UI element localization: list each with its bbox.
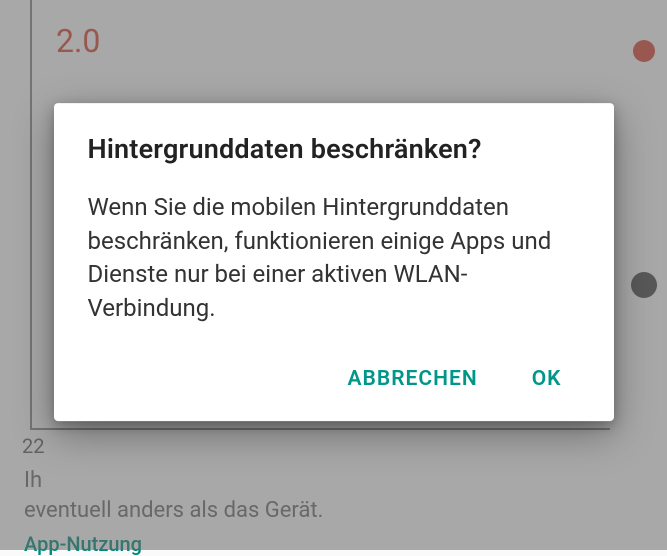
dialog-title: Hintergrunddaten beschränken?: [88, 133, 580, 165]
ok-button[interactable]: OK: [528, 361, 566, 397]
confirm-dialog: Hintergrunddaten beschränken? Wenn Sie d…: [54, 103, 614, 421]
cancel-button[interactable]: ABBRECHEN: [344, 361, 482, 397]
dialog-body: Wenn Sie die mobilen Hintergrunddaten be…: [88, 191, 580, 325]
dialog-actions: ABBRECHEN OK: [88, 361, 580, 407]
